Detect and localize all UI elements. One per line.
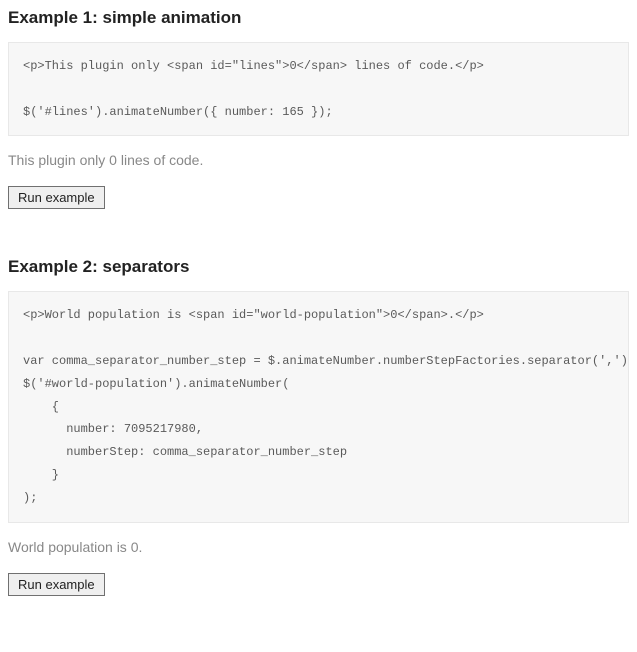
example-1-output-prefix: This plugin only (8, 152, 109, 168)
example-2-heading: Example 2: separators (8, 257, 629, 277)
example-2-output-suffix: . (139, 539, 143, 555)
example-2-output-prefix: World population is (8, 539, 131, 555)
run-example-2-button[interactable]: Run example (8, 573, 105, 596)
example-1-output-suffix: lines of code. (117, 152, 203, 168)
example-1-section: Example 1: simple animation <p>This plug… (8, 8, 629, 209)
example-2-output: World population is 0. (8, 539, 629, 555)
example-2-output-value: 0 (131, 539, 139, 555)
example-1-heading: Example 1: simple animation (8, 8, 629, 28)
example-2-code-block: <p>World population is <span id="world-p… (8, 291, 629, 522)
example-1-code-block: <p>This plugin only <span id="lines">0</… (8, 42, 629, 136)
example-2-section: Example 2: separators <p>World populatio… (8, 257, 629, 595)
example-1-output-value: 0 (109, 152, 117, 168)
run-example-1-button[interactable]: Run example (8, 186, 105, 209)
example-1-output: This plugin only 0 lines of code. (8, 152, 629, 168)
